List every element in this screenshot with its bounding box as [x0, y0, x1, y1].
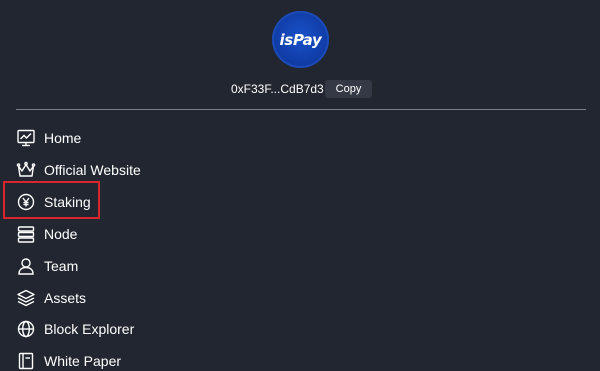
wallet-address: 0xF33F...CdB7d3 — [231, 82, 324, 96]
user-icon — [16, 256, 36, 276]
logo-text: isPay — [279, 30, 322, 49]
sidebar-panel: isPay 0xF33F...CdB7d3 Copy Home Official… — [0, 0, 600, 371]
globe-icon — [16, 319, 36, 339]
menu-item-block-explorer[interactable]: Block Explorer — [16, 317, 134, 341]
menu-item-team[interactable]: Team — [16, 254, 78, 278]
menu-label-staking: Staking — [44, 194, 91, 210]
menu-item-white-paper[interactable]: White Paper — [16, 349, 121, 371]
menu-item-assets[interactable]: Assets — [16, 286, 86, 310]
menu-label-assets: Assets — [44, 290, 87, 306]
menu-item-node[interactable]: Node — [16, 222, 77, 246]
wallet-address-row: 0xF33F...CdB7d3 Copy — [0, 80, 600, 98]
divider — [16, 109, 586, 110]
menu-label-team: Team — [44, 258, 79, 274]
document-icon — [16, 351, 36, 371]
crown-icon — [16, 160, 36, 180]
menu-item-home[interactable]: Home — [16, 126, 81, 150]
menu-item-official-website[interactable]: Official Website — [16, 158, 141, 182]
menu-item-staking[interactable]: Staking — [16, 190, 91, 214]
layers-icon — [16, 288, 36, 308]
menu-label-white-paper: White Paper — [44, 353, 122, 369]
yen-coin-icon — [16, 192, 36, 212]
copy-button[interactable]: Copy — [325, 80, 372, 98]
menu-label-block-explorer: Block Explorer — [44, 321, 135, 337]
menu-label-node: Node — [44, 226, 78, 242]
server-icon — [16, 224, 36, 244]
chart-icon — [16, 128, 36, 148]
ispay-logo: isPay — [272, 11, 329, 68]
menu-label-home: Home — [44, 130, 82, 146]
menu-label-official-website: Official Website — [44, 162, 141, 178]
